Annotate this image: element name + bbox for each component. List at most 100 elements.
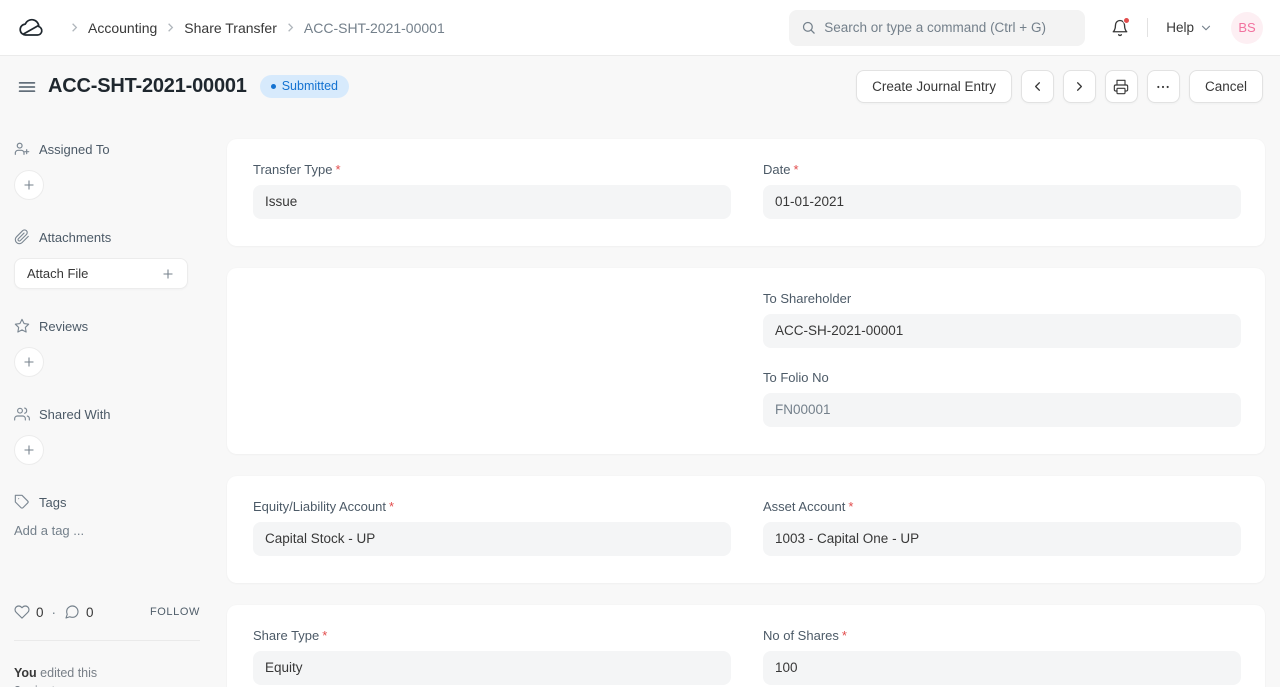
field-label: Date*	[763, 162, 1241, 177]
empty-column	[253, 291, 731, 348]
print-button[interactable]	[1105, 70, 1138, 103]
share-type-input[interactable]: Equity	[253, 651, 731, 685]
field-to-shareholder: To Shareholder ACC-SH-2021-00001	[763, 291, 1241, 348]
add-review-button[interactable]	[14, 347, 44, 377]
shared-with-heading: Shared With	[14, 406, 200, 422]
page-header: ACC-SHT-2021-00001 Submitted Create Jour…	[0, 56, 1280, 117]
help-label: Help	[1166, 20, 1194, 35]
required-asterisk: *	[335, 162, 340, 177]
next-document-button[interactable]	[1063, 70, 1096, 103]
tags-section: Tags Add a tag ...	[14, 494, 200, 538]
help-menu[interactable]: Help	[1166, 20, 1213, 35]
add-share-button[interactable]	[14, 435, 44, 465]
paperclip-icon	[14, 229, 30, 245]
field-label: To Shareholder	[763, 291, 1241, 306]
plus-icon	[22, 178, 36, 192]
tags-heading: Tags	[14, 494, 200, 510]
form-section-shares: Share Type* Equity No of Shares* 100 Fro…	[227, 605, 1265, 687]
status-label: Submitted	[282, 79, 338, 93]
chevron-left-icon	[1030, 79, 1045, 94]
assigned-to-section: Assigned To	[14, 141, 200, 200]
activity-action: edited this	[40, 666, 97, 680]
app-logo-icon[interactable]	[17, 16, 47, 40]
dot-separator: ·	[52, 605, 57, 620]
no-of-shares-input[interactable]: 100	[763, 651, 1241, 685]
printer-icon	[1113, 79, 1129, 95]
star-icon	[14, 318, 30, 334]
field-to-folio-no: To Folio No FN00001	[763, 370, 1241, 427]
required-asterisk: *	[793, 162, 798, 177]
navbar-divider	[1147, 18, 1148, 37]
user-plus-icon	[14, 141, 30, 157]
form-section-basic: Transfer Type* Issue Date* 01-01-2021	[227, 139, 1265, 246]
shared-with-section: Shared With	[14, 406, 200, 465]
page-title: ACC-SHT-2021-00001	[48, 75, 247, 98]
field-transfer-type: Transfer Type* Issue	[253, 162, 731, 219]
notification-dot	[1123, 17, 1130, 24]
required-asterisk: *	[322, 628, 327, 643]
activity-entry-edited: You edited this 3 minutes ago	[14, 664, 200, 687]
global-search[interactable]	[789, 10, 1085, 46]
field-label: No of Shares*	[763, 628, 1241, 643]
activity-actor: You	[14, 666, 37, 680]
breadcrumb-current-doc: ACC-SHT-2021-00001	[304, 20, 445, 36]
field-no-of-shares: No of Shares* 100	[763, 628, 1241, 685]
reviews-section: Reviews	[14, 318, 200, 377]
tag-icon	[14, 494, 30, 510]
search-input[interactable]	[824, 20, 1073, 35]
required-asterisk: *	[842, 628, 847, 643]
more-actions-button[interactable]	[1147, 70, 1180, 103]
create-journal-entry-button[interactable]: Create Journal Entry	[856, 70, 1012, 103]
like-count[interactable]: 0	[36, 605, 44, 620]
field-label: Share Type*	[253, 628, 731, 643]
field-label: To Folio No	[763, 370, 1241, 385]
form-body: Transfer Type* Issue Date* 01-01-2021 To…	[227, 139, 1265, 687]
sidebar-divider	[14, 640, 200, 641]
cancel-button[interactable]: Cancel	[1189, 70, 1263, 103]
sidebar-toggle-icon[interactable]	[17, 77, 37, 97]
tags-label: Tags	[39, 495, 66, 510]
to-shareholder-input[interactable]: ACC-SH-2021-00001	[763, 314, 1241, 348]
transfer-type-input[interactable]: Issue	[253, 185, 731, 219]
chevron-down-icon	[1199, 21, 1213, 35]
ellipsis-icon	[1155, 79, 1171, 95]
notifications-bell-icon[interactable]	[1111, 19, 1129, 37]
add-assignment-button[interactable]	[14, 170, 44, 200]
status-dot	[271, 84, 276, 89]
required-asterisk: *	[848, 499, 853, 514]
plus-icon	[161, 267, 175, 281]
asset-account-input[interactable]: 1003 - Capital One - UP	[763, 522, 1241, 556]
plus-icon	[22, 443, 36, 457]
user-avatar[interactable]: BS	[1231, 12, 1263, 44]
chevron-right-icon	[283, 20, 298, 35]
status-badge: Submitted	[260, 75, 349, 98]
field-asset-account: Asset Account* 1003 - Capital One - UP	[763, 499, 1241, 556]
chevron-right-icon	[1072, 79, 1087, 94]
header-actions: Create Journal Entry Cancel	[856, 70, 1263, 103]
breadcrumb-accounting[interactable]: Accounting	[88, 20, 157, 36]
heart-icon[interactable]	[14, 604, 30, 620]
follow-button[interactable]: FOLLOW	[150, 606, 200, 618]
empty-column	[253, 370, 731, 427]
field-equity-liability-account: Equity/Liability Account* Capital Stock …	[253, 499, 731, 556]
document-sidebar: Assigned To Attachments Attach File	[14, 139, 200, 687]
users-icon	[14, 406, 30, 422]
field-share-type: Share Type* Equity	[253, 628, 731, 685]
add-tag-input[interactable]: Add a tag ...	[14, 523, 200, 538]
comment-count[interactable]: 0	[86, 605, 94, 620]
top-navbar: Accounting Share Transfer ACC-SHT-2021-0…	[0, 0, 1280, 56]
assigned-to-heading: Assigned To	[14, 141, 200, 157]
breadcrumb-share-transfer[interactable]: Share Transfer	[184, 20, 277, 36]
equity-liability-account-input[interactable]: Capital Stock - UP	[253, 522, 731, 556]
form-section-accounts: Equity/Liability Account* Capital Stock …	[227, 476, 1265, 583]
date-input[interactable]: 01-01-2021	[763, 185, 1241, 219]
reviews-label: Reviews	[39, 319, 88, 334]
previous-document-button[interactable]	[1021, 70, 1054, 103]
to-folio-no-input[interactable]: FN00001	[763, 393, 1241, 427]
attach-file-button[interactable]: Attach File	[14, 258, 188, 289]
chevron-right-icon	[67, 20, 82, 35]
comment-icon[interactable]	[64, 604, 80, 620]
field-label: Asset Account*	[763, 499, 1241, 514]
attachments-heading: Attachments	[14, 229, 200, 245]
plus-icon	[22, 355, 36, 369]
